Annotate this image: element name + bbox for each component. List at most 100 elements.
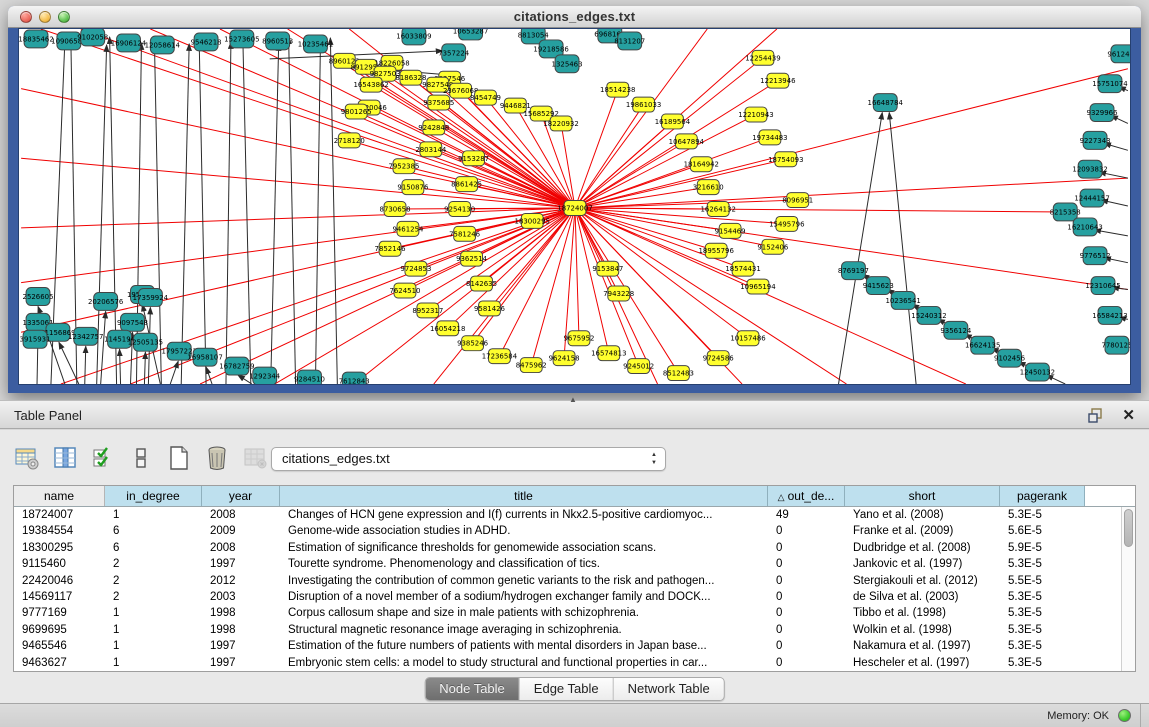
network-node[interactable]: 17236584 (482, 349, 518, 364)
network-node[interactable]: 9242848 (418, 120, 449, 135)
network-node[interactable]: 20206576 (88, 293, 123, 311)
network-node[interactable]: 2718120 (334, 133, 365, 148)
cell-short[interactable]: Tibbo et al. (1998) (845, 605, 1000, 621)
column-header-out_de[interactable]: △out_de... (768, 486, 845, 506)
cell-in_degree[interactable]: 2 (105, 589, 202, 605)
column-header-short[interactable]: short (845, 486, 1000, 506)
network-node[interactable]: 9776512 (1080, 247, 1111, 265)
network-node[interactable]: 9375685 (423, 95, 454, 110)
network-node[interactable]: 18955796 (699, 243, 734, 258)
cell-pagerank[interactable]: 5.3E-5 (1000, 605, 1085, 621)
table-vertical-scrollbar[interactable] (1121, 507, 1135, 671)
table-select-dropdown[interactable]: citations_edges.txt ▲▼ (271, 447, 666, 471)
show-column-icon[interactable] (52, 445, 78, 471)
network-canvas[interactable]: 1872400789601238912955182260589827503165… (19, 29, 1130, 384)
network-node[interactable]: 7581246 (449, 226, 480, 241)
network-node[interactable]: 1292344 (249, 367, 281, 384)
cell-name[interactable]: 9465546 (14, 638, 105, 654)
network-node[interactable]: 16648784 (868, 94, 904, 112)
network-node[interactable]: 9245012 (623, 359, 654, 374)
cell-name[interactable]: 9115460 (14, 556, 105, 572)
cell-pagerank[interactable]: 5.9E-5 (1000, 540, 1085, 556)
cell-name[interactable]: 14569117 (14, 589, 105, 605)
cell-year[interactable]: 2008 (202, 540, 280, 556)
table-row[interactable]: 977716911998Corpus callosum shape and si… (14, 605, 1135, 621)
network-node[interactable]: 9624158 (549, 351, 580, 366)
cell-title[interactable]: Disruption of a novel member of a sodium… (280, 589, 768, 605)
cell-short[interactable]: Franke et al. (2009) (845, 523, 1000, 539)
network-node[interactable]: 9581426 (474, 301, 505, 316)
new-table-icon[interactable] (166, 445, 192, 471)
network-node[interactable]: 16189564 (655, 114, 691, 129)
network-node[interactable]: 12058614 (145, 36, 181, 54)
network-node[interactable]: 9546218 (191, 33, 222, 51)
network-node[interactable]: 9150876 (397, 180, 428, 195)
cell-short[interactable]: Nakamura et al. (1997) (845, 638, 1000, 654)
network-node[interactable]: 9227343 (1080, 131, 1111, 149)
network-node[interactable]: 8769197 (838, 262, 869, 280)
network-node[interactable]: 18835462 (19, 30, 54, 48)
select-rows-icon[interactable] (90, 445, 116, 471)
cell-pagerank[interactable]: 5.3E-5 (1000, 589, 1085, 605)
network-node[interactable]: 8512483 (663, 366, 694, 381)
network-node[interactable]: 9356124 (940, 321, 972, 339)
cell-year[interactable]: 1998 (202, 622, 280, 638)
cell-in_degree[interactable]: 2 (105, 573, 202, 589)
delete-columns-icon[interactable] (204, 445, 230, 471)
cell-year[interactable]: 2012 (202, 573, 280, 589)
network-node[interactable]: 7624510 (389, 283, 420, 298)
cell-name[interactable]: 18300295 (14, 540, 105, 556)
network-node[interactable]: 10647894 (669, 134, 705, 149)
network-node[interactable]: 15240312 (911, 306, 946, 324)
cell-title[interactable]: Embryonic stem cells: a model to study s… (280, 655, 768, 671)
network-node[interactable]: 15273605 (224, 30, 259, 48)
network-node[interactable]: 16054218 (430, 321, 465, 336)
network-node[interactable]: 1325463 (552, 55, 583, 73)
cell-in_degree[interactable]: 2 (105, 556, 202, 572)
network-node[interactable]: 10235461 (298, 35, 333, 53)
table-row[interactable]: 1456911722003Disruption of a novel membe… (14, 589, 1135, 605)
network-node[interactable]: 3216610 (693, 180, 724, 195)
cell-short[interactable]: Jankovic et al. (1997) (845, 556, 1000, 572)
network-node[interactable]: 9102456 (994, 349, 1025, 367)
cell-short[interactable]: Yano et al. (2008) (845, 507, 1000, 523)
network-node[interactable]: 9152406 (757, 239, 788, 254)
network-node[interactable]: 9097548 (117, 313, 148, 331)
cell-in_degree[interactable]: 1 (105, 507, 202, 523)
cell-in_degree[interactable]: 1 (105, 655, 202, 671)
network-node[interactable]: 8096951 (782, 193, 813, 208)
cell-pagerank[interactable]: 5.3E-5 (1000, 655, 1085, 671)
cell-out_de[interactable]: 49 (768, 507, 845, 523)
network-node[interactable]: 9254130 (444, 202, 475, 217)
cell-name[interactable]: 22420046 (14, 573, 105, 589)
table-row[interactable]: 1872400712008Changes of HCN gene express… (14, 507, 1135, 523)
cell-out_de[interactable]: 0 (768, 655, 845, 671)
network-node[interactable]: 2526605 (23, 288, 54, 306)
table-row[interactable]: 946554611997Estimation of the future num… (14, 638, 1135, 654)
network-node[interactable]: 3915931 (20, 330, 51, 348)
network-node[interactable]: 10653287 (453, 29, 488, 40)
cell-title[interactable]: Structural magnetic resonance image aver… (280, 622, 768, 638)
network-node[interactable]: 8131207 (614, 32, 645, 50)
cell-short[interactable]: Dudbridge et al. (2008) (845, 540, 1000, 556)
network-node[interactable]: 12210943 (738, 107, 773, 122)
cell-out_de[interactable]: 0 (768, 523, 845, 539)
tab-network-table[interactable]: Network Table (614, 678, 724, 700)
network-node[interactable]: 8142635 (466, 276, 497, 291)
cell-pagerank[interactable]: 5.3E-5 (1000, 638, 1085, 654)
cell-title[interactable]: Investigating the contribution of common… (280, 573, 768, 589)
cell-out_de[interactable]: 0 (768, 556, 845, 572)
network-view[interactable]: 1872400789601238912955182260589827503165… (18, 28, 1131, 385)
network-node[interactable]: 8861425 (451, 177, 482, 192)
cell-pagerank[interactable]: 5.6E-5 (1000, 523, 1085, 539)
cell-title[interactable]: Estimation of the future numbers of pati… (280, 638, 768, 654)
network-node[interactable]: 7952385 (388, 159, 419, 174)
network-node[interactable]: 9153287 (458, 151, 489, 166)
network-node[interactable]: 9329966 (1087, 104, 1118, 122)
network-node[interactable]: 7357224 (438, 44, 470, 62)
cell-year[interactable]: 1997 (202, 638, 280, 654)
table-row[interactable]: 911546021997Tourette syndrome. Phenomeno… (14, 556, 1135, 572)
cell-name[interactable]: 9699695 (14, 622, 105, 638)
network-node[interactable]: 9675952 (563, 331, 594, 346)
cell-pagerank[interactable]: 5.3E-5 (1000, 622, 1085, 638)
